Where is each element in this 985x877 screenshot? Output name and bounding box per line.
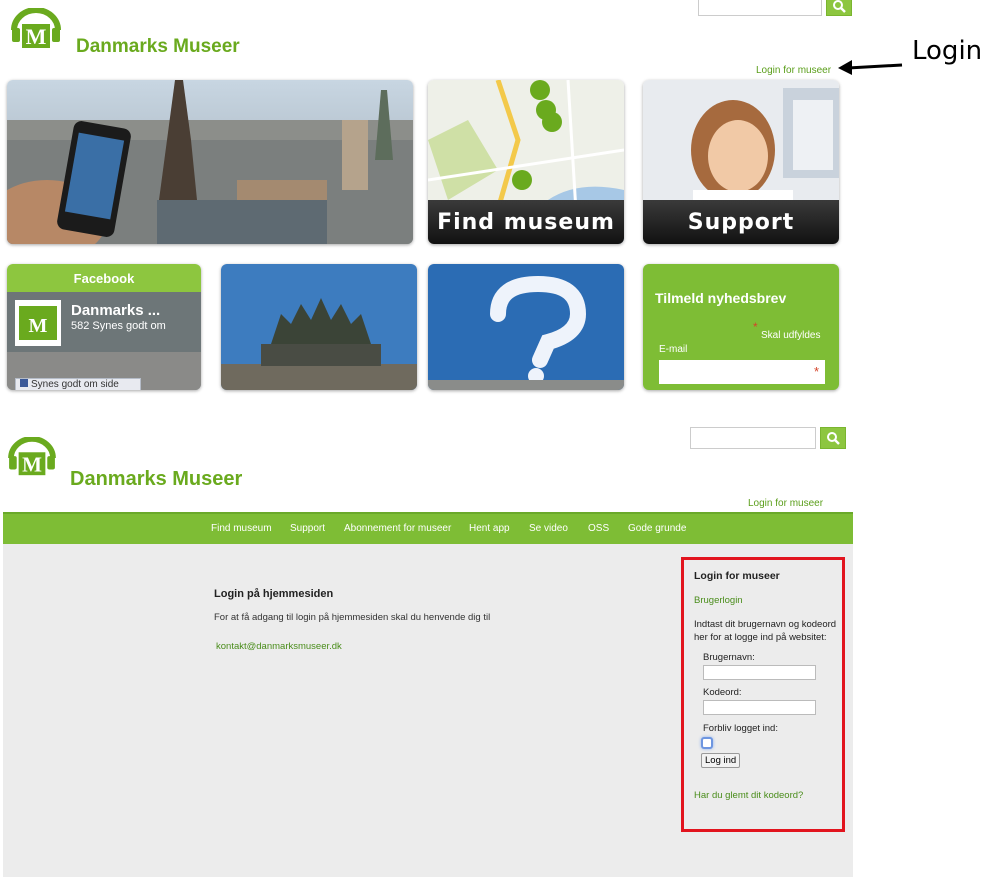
search-button[interactable] (820, 427, 846, 449)
nav-item-good-reasons[interactable]: Gode grunde (628, 523, 686, 534)
find-museum-caption: Find museum (428, 200, 624, 244)
search-icon (833, 0, 846, 13)
required-star: * (813, 364, 819, 379)
password-label: Kodeord: (703, 687, 742, 698)
brand-name[interactable]: Danmarks Museer (76, 36, 240, 58)
login-intro-line1: Indtast dit brugernavn og kodeord (694, 619, 837, 630)
newsletter-required-note: Skal udfyldes (761, 330, 821, 341)
login-intro-line2: her for at logge ind på websitet: (694, 632, 827, 643)
statue-tile[interactable] (221, 264, 417, 390)
city-panorama-image (7, 80, 413, 244)
nav-item-support[interactable]: Support (290, 523, 325, 534)
newsletter-title: Tilmeld nyhedsbrev (655, 290, 787, 306)
facebook-widget[interactable]: Facebook M Danmarks ... 582 Synes godt o… (7, 264, 201, 390)
nav-item-find-museum[interactable]: Find museum (211, 523, 272, 534)
page-heading: Login på hjemmesiden (214, 588, 334, 600)
facebook-like-button[interactable]: Synes godt om side (15, 378, 141, 390)
support-tile[interactable]: Support (643, 80, 839, 244)
main-navigation: Find museum Support Abonnement for musee… (3, 512, 853, 544)
login-for-museums-link[interactable]: Login for museer (748, 498, 823, 509)
remember-me-checkbox[interactable] (701, 737, 713, 749)
page-body-text: For at få adgang til login på hjemmeside… (214, 612, 491, 623)
search-input[interactable] (690, 427, 816, 449)
newsletter-email-input[interactable]: * (659, 360, 825, 384)
question-cloud-image (428, 264, 624, 390)
facebook-likes-count: 582 Synes godt om (71, 320, 166, 332)
quadriga-statue-image (221, 264, 417, 390)
nav-item-get-app[interactable]: Hent app (469, 523, 510, 534)
find-museum-tile[interactable]: Find museum (428, 80, 624, 244)
remember-me-label: Forbliv logget ind: (703, 723, 778, 734)
username-label: Brugernavn: (703, 652, 755, 663)
user-login-link[interactable]: Brugerlogin (694, 595, 743, 606)
nav-item-video[interactable]: Se video (529, 523, 568, 534)
newsletter-email-label: E-mail (659, 344, 688, 355)
facebook-header: Facebook (7, 264, 201, 292)
svg-text:M: M (26, 24, 47, 49)
logo-icon: M (11, 8, 61, 49)
login-panel: Login for museer Brugerlogin Indtast dit… (681, 557, 845, 832)
search-icon (827, 432, 840, 445)
search-input[interactable] (698, 0, 822, 16)
nav-item-faq[interactable]: OSS (588, 523, 609, 534)
logo-icon: M (8, 437, 56, 476)
arrow-icon (838, 60, 903, 75)
facebook-icon (20, 379, 28, 387)
nav-item-subscription[interactable]: Abonnement for museer (344, 523, 451, 534)
username-input[interactable] (703, 665, 816, 680)
facebook-page-name[interactable]: Danmarks ... (71, 302, 160, 319)
required-star: * (753, 320, 758, 334)
brand-name[interactable]: Danmarks Museer (70, 468, 242, 491)
forgot-password-link[interactable]: Har du glemt dit kodeord? (694, 790, 803, 801)
newsletter-tile[interactable]: Tilmeld nyhedsbrev * Skal udfyldes E-mai… (643, 264, 839, 390)
annotation-label: Login (912, 36, 983, 66)
svg-text:M: M (29, 315, 48, 337)
help-tile[interactable] (428, 264, 624, 390)
search-button[interactable] (826, 0, 852, 16)
hero-image-tile[interactable] (7, 80, 413, 244)
login-submit-button[interactable]: Log ind (701, 753, 741, 768)
svg-text:M: M (22, 452, 42, 476)
password-input[interactable] (703, 700, 816, 715)
login-panel-title: Login for museer (694, 570, 780, 582)
contact-email-link[interactable]: kontakt@danmarksmuseer.dk (216, 641, 342, 652)
support-caption: Support (643, 200, 839, 244)
login-for-museums-link[interactable]: Login for museer (756, 65, 831, 76)
facebook-like-label: Synes godt om side (31, 379, 119, 390)
